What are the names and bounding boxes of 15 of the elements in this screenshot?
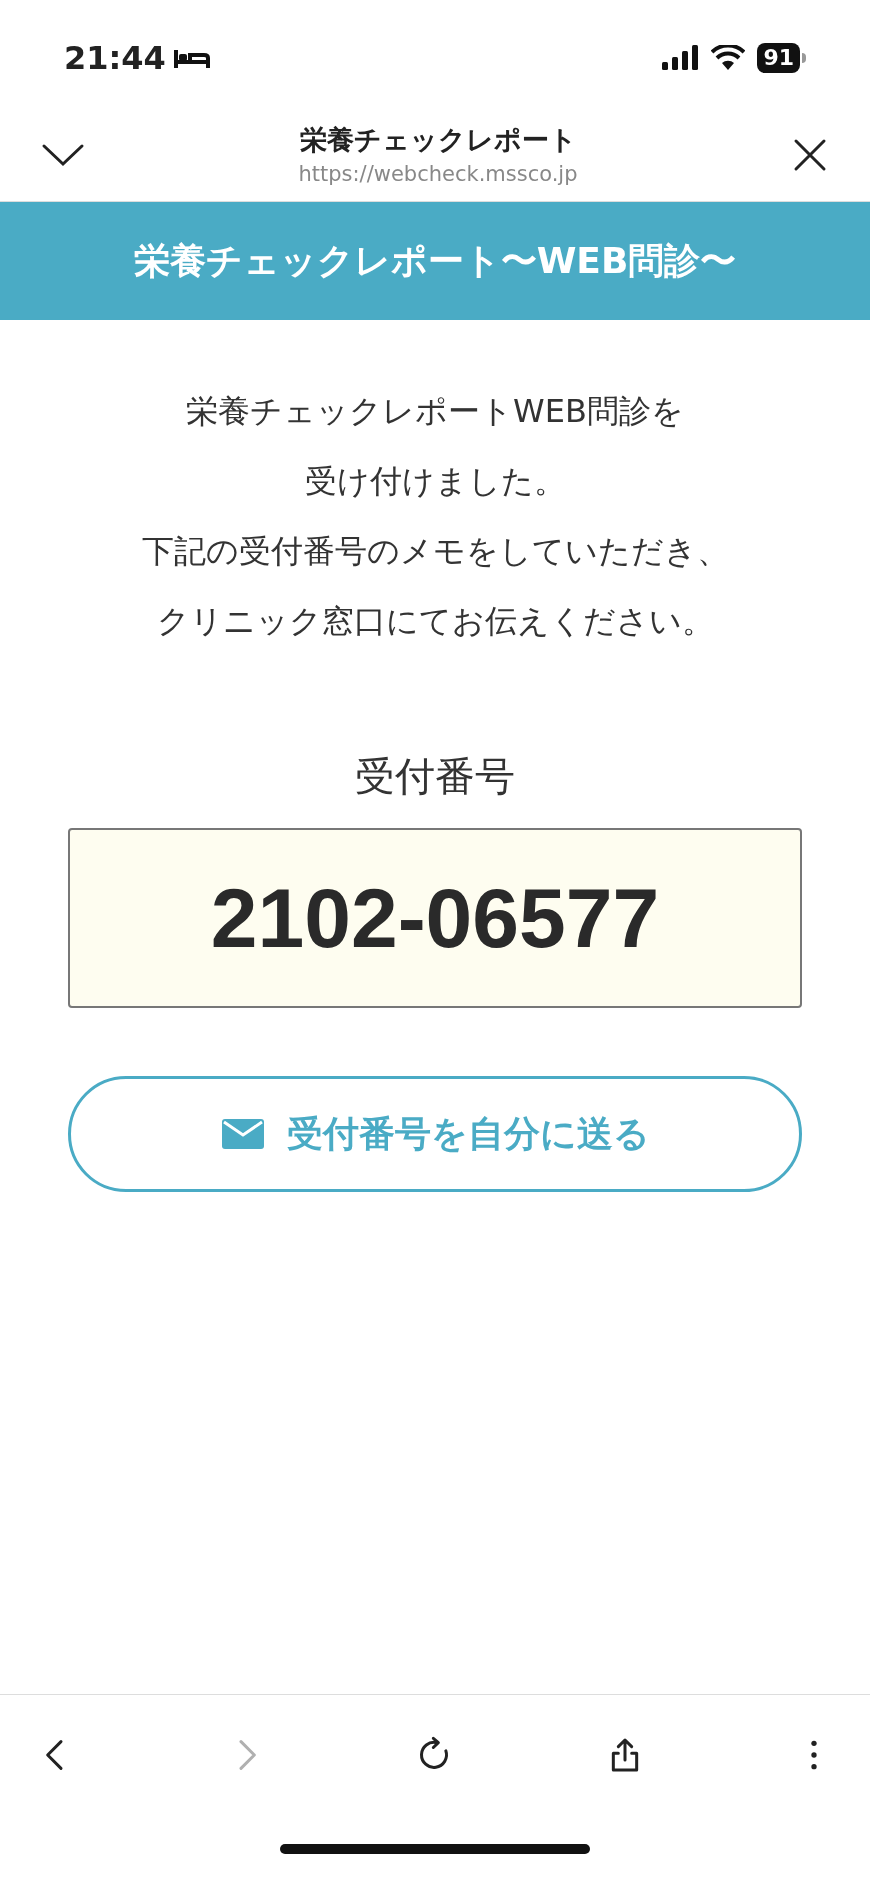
receipt-number: 2102-06577 xyxy=(210,870,660,967)
message-line: 栄養チェックレポートWEB問診を xyxy=(186,391,684,432)
message-line: クリニック窓口にてお伝えください。 xyxy=(156,601,714,642)
message-line: 受け付けました。 xyxy=(304,461,566,502)
status-time: 21:44 xyxy=(64,38,166,79)
page-title: 栄養チェックレポート xyxy=(299,122,577,157)
send-button[interactable]: 受付番号を自分に送る xyxy=(68,1076,802,1192)
message-line: 下記の受付番号のメモをしていただき、 xyxy=(141,531,729,572)
receipt-label: 受付番号 xyxy=(355,752,515,801)
battery-level: 91 xyxy=(757,43,800,73)
mail-icon xyxy=(220,1118,265,1150)
signal-icon xyxy=(661,45,700,71)
page-url: https://webcheck.mssco.jp xyxy=(298,160,578,188)
banner-title: 栄養チェックレポート〜WEB問診〜 xyxy=(133,239,737,283)
wifi-icon xyxy=(711,45,746,71)
